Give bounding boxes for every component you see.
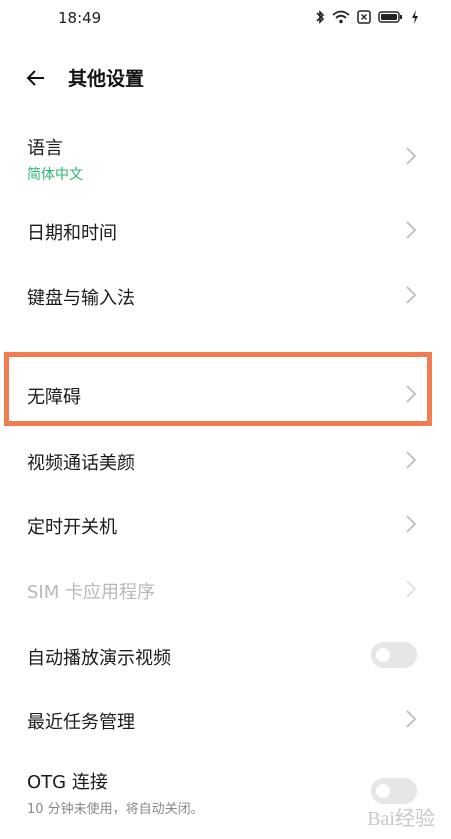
setting-item-accessibility[interactable]: 无障碍	[0, 370, 451, 418]
setting-item-label: 语言	[27, 138, 63, 159]
setting-item-scheduled-power[interactable]: 定时开关机	[0, 500, 451, 548]
toggle-knob	[376, 784, 390, 798]
setting-item-label: 无障碍	[27, 387, 81, 408]
setting-item-recent-tasks[interactable]: 最近任务管理	[0, 695, 451, 743]
status-icons	[315, 10, 419, 24]
setting-item-date-time[interactable]: 日期和时间	[0, 206, 451, 254]
setting-item-label: 视频通话美颜	[27, 453, 135, 474]
setting-item-label: 键盘与输入法	[27, 288, 135, 309]
setting-item-label: OTG 连接	[27, 772, 108, 793]
battery-icon	[378, 11, 402, 23]
status-time: 18:49	[58, 9, 102, 27]
charging-icon	[412, 10, 418, 24]
chevron-right-icon	[406, 710, 417, 728]
setting-item-language[interactable]: 语言 简体中文	[0, 128, 451, 190]
bluetooth-icon	[316, 10, 325, 24]
chevron-right-icon	[406, 221, 417, 239]
setting-item-sim-apps: SIM 卡应用程序	[0, 565, 451, 613]
chevron-right-icon	[406, 286, 417, 304]
setting-item-description: 10 分钟未使用，将自动关闭。	[27, 802, 204, 817]
autoplay-toggle[interactable]	[371, 642, 417, 668]
setting-item-label: 最近任务管理	[27, 712, 135, 733]
otg-toggle[interactable]	[371, 778, 417, 804]
chevron-right-icon	[406, 515, 417, 533]
header: 其他设置	[0, 56, 451, 100]
status-bar: 18:49	[0, 0, 451, 40]
setting-item-autoplay-demo: 自动播放演示视频	[0, 631, 451, 679]
chevron-right-icon	[406, 580, 417, 598]
toggle-knob	[376, 648, 390, 662]
chevron-right-icon	[406, 451, 417, 469]
page-title: 其他设置	[68, 68, 145, 90]
chevron-right-icon	[406, 147, 417, 165]
setting-item-label: 日期和时间	[27, 223, 117, 244]
setting-item-label: 定时开关机	[27, 517, 117, 538]
setting-item-label: SIM 卡应用程序	[27, 582, 155, 603]
setting-item-keyboard[interactable]: 键盘与输入法	[0, 271, 451, 319]
setting-item-label: 自动播放演示视频	[27, 648, 171, 669]
watermark: Bai经验	[367, 808, 435, 830]
setting-item-video-call-beauty[interactable]: 视频通话美颜	[0, 436, 451, 484]
no-sim-icon	[357, 10, 371, 24]
chevron-right-icon	[406, 385, 417, 403]
back-arrow-icon[interactable]	[24, 66, 48, 90]
wifi-icon	[332, 10, 350, 24]
setting-item-value: 简体中文	[27, 167, 83, 183]
